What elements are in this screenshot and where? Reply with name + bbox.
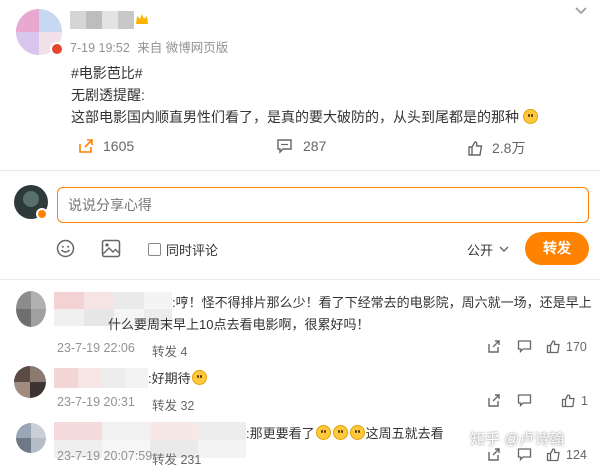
comment-text-line-1: :那更要看了 这周五就去看 [246, 425, 444, 441]
like-icon [546, 339, 561, 354]
comment-time[interactable]: 23-7-19 22:06 [57, 341, 135, 355]
comment-like-action[interactable]: 170 [546, 339, 587, 354]
comment-count: 287 [303, 138, 327, 154]
comment-action[interactable]: 287 [276, 138, 326, 154]
comment-repost-link[interactable]: 转发 231 [152, 449, 201, 466]
post-meta: 7-19 19:52 来自 微博网页版 [70, 37, 228, 56]
also-comment-label: 同时评论 [166, 243, 219, 258]
repost-icon[interactable] [487, 339, 502, 354]
comment-icon[interactable] [517, 447, 532, 462]
image-icon[interactable] [101, 239, 121, 258]
repost-icon [78, 138, 95, 154]
topic-link[interactable]: #电影芭比# [71, 63, 143, 83]
comment-icon[interactable] [517, 393, 532, 408]
divider [0, 279, 600, 280]
verified-badge-icon [50, 42, 64, 56]
repost-action[interactable]: 1605 [78, 138, 134, 154]
chevron-down-icon[interactable] [574, 6, 588, 16]
comment-icon [276, 138, 293, 154]
like-count: 2.8万 [492, 140, 526, 156]
post-source: 来自 微博网页版 [137, 41, 229, 55]
smile-emoji-icon [523, 109, 538, 124]
repost-icon[interactable] [487, 447, 502, 462]
comment-like-count: 1 [581, 393, 588, 408]
comment-text-line-2: 什么要周末早上10点去看电影啊，很累好吗！ [108, 317, 370, 332]
checkbox-icon [148, 243, 161, 256]
comment-username-mosaic[interactable] [54, 368, 148, 388]
comment-avatar[interactable] [14, 366, 46, 398]
comment-like-count: 124 [566, 447, 587, 462]
comment-like-action[interactable]: 1 [561, 393, 588, 408]
comment-like-count: 170 [566, 339, 587, 354]
laugh-emoji-icon [332, 425, 348, 440]
comment-text-line-1: :好期待 [148, 368, 208, 390]
like-icon [561, 393, 576, 408]
comment-avatar[interactable] [16, 423, 46, 453]
like-icon [467, 140, 484, 156]
like-action[interactable]: 2.8万 [467, 138, 525, 158]
comment-repost-link[interactable]: 转发 32 [152, 395, 194, 414]
reply-input[interactable] [57, 187, 589, 223]
divider [0, 170, 600, 171]
comment-time[interactable]: 23-7-19 20:07:59 [57, 449, 152, 463]
repost-count: 1605 [103, 138, 135, 154]
comment-time[interactable]: 23-7-19 20:31 [57, 395, 135, 409]
also-comment-checkbox[interactable]: 同时评论 [148, 240, 218, 259]
comment-icon[interactable] [517, 339, 532, 354]
like-icon [546, 447, 561, 462]
visibility-value: 公开 [467, 243, 494, 258]
repost-icon[interactable] [487, 393, 502, 408]
comment-text-line-1: :哼！怪不得排片那么少！看了下经常去的电影院，周六就一场，还是早上 [172, 295, 592, 310]
author-name-mosaic[interactable] [70, 11, 134, 29]
watermark: 知乎 @卢诗翰 [470, 431, 565, 448]
crown-icon [135, 13, 149, 26]
post-line-2: 这部电影国内顺直男性们看了，是真的要大破防的，从头到尾都是的那种 [71, 107, 539, 127]
laugh-emoji-icon [315, 425, 331, 440]
visibility-select[interactable]: 公开 [467, 240, 509, 259]
comment-repost-link[interactable]: 转发 4 [152, 341, 187, 360]
send-button[interactable]: 转发 [525, 232, 589, 265]
verified-badge-icon [36, 208, 48, 220]
comment-avatar[interactable] [16, 291, 46, 327]
laugh-emoji-icon [349, 425, 365, 440]
comment-like-action[interactable]: 124 [546, 447, 587, 462]
excited-emoji-icon [191, 370, 207, 385]
post-time[interactable]: 7-19 19:52 [70, 41, 130, 55]
dropdown-icon [499, 246, 509, 253]
post-line-1: 无剧透提醒: [71, 87, 145, 103]
emoji-icon[interactable] [56, 239, 75, 258]
